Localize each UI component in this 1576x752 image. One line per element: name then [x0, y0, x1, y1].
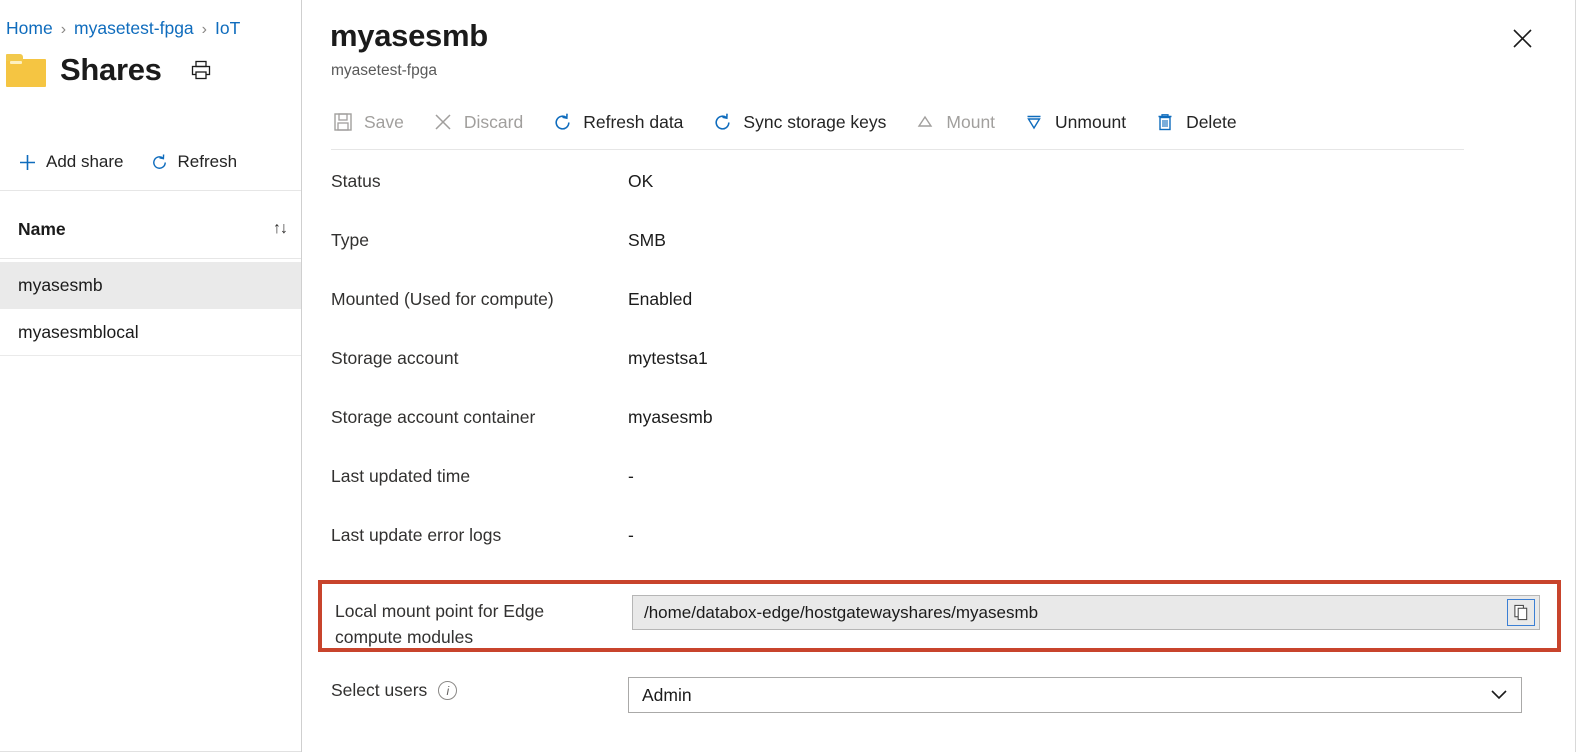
refresh-icon — [551, 111, 573, 133]
select-users-value: Admin — [642, 684, 692, 705]
list-item-myasesmblocal[interactable]: myasesmblocal — [0, 309, 301, 355]
folder-icon — [6, 53, 46, 87]
breadcrumb-separator-icon: › — [60, 21, 67, 38]
property-value: SMB — [628, 230, 666, 250]
print-icon[interactable] — [188, 57, 214, 83]
property-value: mytestsa1 — [628, 348, 708, 368]
save-label: Save — [364, 111, 404, 132]
mount-label: Mount — [946, 111, 996, 132]
property-value: - — [628, 466, 634, 486]
plus-icon — [18, 153, 37, 172]
chevron-down-icon — [1489, 685, 1509, 706]
sync-icon — [711, 111, 733, 133]
property-label: Mounted (Used for compute) — [331, 289, 554, 309]
delete-button[interactable]: Delete — [1154, 107, 1251, 137]
property-label: Type — [331, 230, 369, 250]
breadcrumb: Home › myasetest-fpga › IoT — [6, 18, 240, 39]
property-value: Enabled — [628, 289, 693, 309]
breadcrumb-item-resource[interactable]: myasetest-fpga — [74, 18, 194, 38]
sync-storage-keys-button[interactable]: Sync storage keys — [711, 107, 900, 137]
page-title: Shares — [60, 52, 162, 87]
command-bar-divider — [0, 190, 301, 191]
blade-title: myasesmb — [330, 18, 488, 53]
breadcrumb-item-home[interactable]: Home — [6, 18, 53, 38]
sync-storage-keys-label: Sync storage keys — [743, 111, 887, 132]
property-row: Mounted (Used for compute) Enabled — [302, 288, 1576, 347]
property-row: Storage account container myasesmb — [302, 406, 1576, 465]
property-row: Storage account mytestsa1 — [302, 347, 1576, 406]
delete-label: Delete — [1186, 111, 1237, 132]
mount-point-field[interactable]: /home/databox-edge/hostgatewayshares/mya… — [632, 595, 1540, 630]
add-share-button[interactable]: Add share — [18, 152, 124, 172]
discard-label: Discard — [463, 111, 524, 132]
share-details-blade: myasesmb myasetest-fpga Save Discard Ref… — [301, 0, 1576, 752]
discard-button[interactable]: Discard — [432, 107, 537, 137]
property-value: myasesmb — [628, 407, 713, 427]
list-item-label: myasesmb — [18, 274, 103, 295]
property-label: Last updated time — [331, 466, 471, 486]
list-header-divider — [0, 258, 301, 259]
screenshot-root: Home › myasetest-fpga › IoT Shares Add share — [0, 0, 1576, 752]
unmount-label: Unmount — [1055, 111, 1127, 132]
property-label: Status — [331, 171, 381, 191]
breadcrumb-separator-icon: › — [201, 21, 207, 38]
column-header-name: Name — [18, 218, 66, 239]
property-row: Last update error logs - — [302, 524, 1576, 583]
unmount-icon — [1023, 111, 1045, 133]
properties-list: Status OK Type SMB Mounted (Used for com… — [302, 170, 1576, 583]
list-item-label: myasesmblocal — [18, 321, 139, 342]
property-value: - — [628, 525, 634, 545]
property-value: OK — [628, 171, 654, 191]
shares-command-bar: Add share Refresh — [0, 140, 301, 184]
property-row: Type SMB — [302, 229, 1576, 288]
add-share-label: Add share — [46, 152, 124, 171]
unmount-button[interactable]: Unmount — [1023, 107, 1140, 137]
close-icon[interactable] — [1506, 22, 1538, 54]
blade-subtitle: myasetest-fpga — [331, 62, 437, 79]
shares-list-header: Name ↑↓ — [0, 208, 301, 250]
refresh-label: Refresh — [177, 152, 238, 171]
property-label: Storage account — [331, 348, 459, 368]
mount-point-label: Local mount point for Edge compute modul… — [335, 601, 545, 647]
list-item-myasesmb[interactable]: myasesmb — [0, 262, 301, 308]
breadcrumb-item-iot[interactable]: IoT — [215, 18, 240, 38]
property-row: Last updated time - — [302, 465, 1576, 524]
mount-point-value: /home/databox-edge/hostgatewayshares/mya… — [644, 602, 1039, 622]
toolbar-divider — [331, 149, 1464, 150]
refresh-icon — [150, 153, 169, 172]
property-label: Storage account container — [331, 407, 536, 427]
info-icon[interactable]: i — [438, 681, 458, 700]
mount-button[interactable]: Mount — [914, 107, 1009, 137]
shares-page: Home › myasetest-fpga › IoT Shares Add share — [0, 0, 301, 752]
property-row: Status OK — [302, 170, 1576, 229]
refresh-data-button[interactable]: Refresh data — [551, 107, 697, 137]
list-row-divider — [0, 355, 301, 356]
select-users-row: Select users i — [331, 680, 458, 701]
refresh-data-label: Refresh data — [583, 111, 684, 132]
mount-icon — [914, 111, 936, 133]
select-users-label: Select users — [331, 680, 428, 700]
select-users-dropdown[interactable]: Admin — [628, 677, 1522, 713]
blade-toolbar: Save Discard Refresh data Sync storage k… — [332, 107, 1265, 137]
copy-icon[interactable] — [1507, 599, 1535, 626]
save-icon — [332, 111, 354, 133]
refresh-button[interactable]: Refresh — [150, 152, 238, 172]
trash-icon — [1154, 111, 1176, 133]
save-button[interactable]: Save — [332, 107, 418, 137]
page-header: Shares — [6, 52, 214, 88]
discard-icon — [432, 111, 454, 133]
property-label: Last update error logs — [331, 525, 502, 545]
sort-arrows-icon[interactable]: ↑↓ — [273, 220, 288, 238]
mount-point-highlight: Local mount point for Edge compute modul… — [318, 580, 1561, 652]
